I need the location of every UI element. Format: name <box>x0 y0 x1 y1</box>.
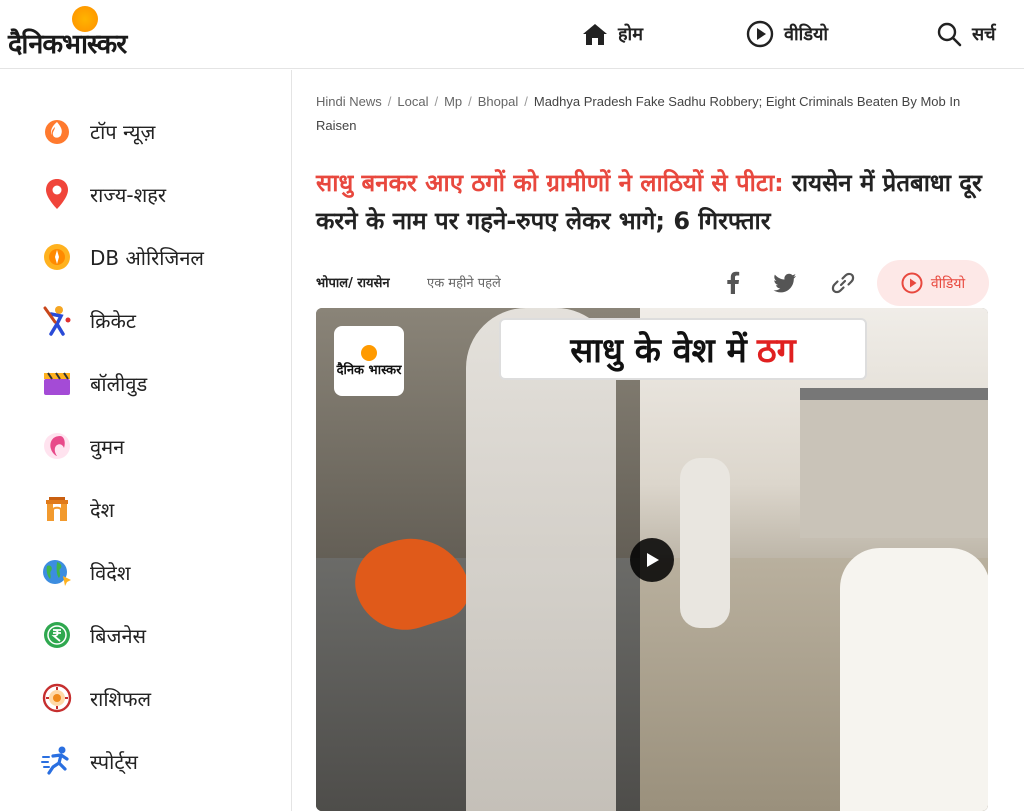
figure-shape <box>840 548 988 811</box>
article-meta: भोपाल/ रायसेन एक महीने पहले वीडियो <box>316 260 989 306</box>
play-circle-icon <box>746 20 774 48</box>
sidebar-item-label: वुमन <box>90 434 125 459</box>
sidebar-item-state-city[interactable]: राज्य-शहर <box>40 174 166 214</box>
sidebar-item-label: विदेश <box>90 560 131 585</box>
nav-home-label: होम <box>618 24 643 45</box>
breadcrumb-separator: / <box>524 94 528 109</box>
breadcrumb-separator: / <box>434 94 439 109</box>
breadcrumb-link[interactable]: Local <box>397 94 428 109</box>
article-location: भोपाल/ रायसेन <box>316 276 390 291</box>
site-logo[interactable]: दैनिकभास्कर <box>8 6 168 62</box>
sidebar-item-business[interactable]: बिजनेस <box>40 615 146 655</box>
article-video-player[interactable]: दैनिक भास्कर साधु के वेश में ठग <box>316 308 988 811</box>
globe-icon <box>40 555 74 589</box>
article-headline: साधु बनकर आए ठगों को ग्रामीणों ने लाठियो… <box>316 164 988 240</box>
site-header: दैनिकभास्कर होम वीडियो सर्च <box>0 0 1024 69</box>
video-play-button[interactable] <box>630 538 674 582</box>
runner-icon <box>40 744 74 778</box>
breadcrumb-link[interactable]: Bhopal <box>478 94 518 109</box>
clapperboard-icon <box>40 366 74 400</box>
breadcrumb-link[interactable]: Mp <box>444 94 462 109</box>
sidebar-item-bollywood[interactable]: बॉलीवुड <box>40 363 147 403</box>
twitter-share-icon[interactable] <box>772 270 798 296</box>
sidebar-item-db-original[interactable]: DB ओरिजिनल <box>40 237 204 277</box>
shed-shape <box>800 388 988 538</box>
video-watermark-logo: दैनिक भास्कर <box>334 326 404 396</box>
watch-video-label: वीडियो <box>930 275 966 292</box>
nav-video-label: वीडियो <box>784 24 829 45</box>
watch-video-button[interactable]: वीडियो <box>877 260 989 306</box>
sidebar-item-horoscope[interactable]: राशिफल <box>40 678 151 718</box>
sidebar-item-label: राज्य-शहर <box>90 182 167 207</box>
facebook-share-icon[interactable] <box>720 270 746 296</box>
sidebar: टॉप न्यूज़ राज्य-शहर DB ओरिजिनल क्रिकेट … <box>0 70 292 811</box>
breadcrumb-separator: / <box>468 94 472 109</box>
sidebar-item-cricket[interactable]: क्रिकेट <box>40 300 136 340</box>
location-pin-icon <box>40 177 74 211</box>
article-time: एक महीने पहले <box>427 276 501 291</box>
sidebar-item-label: स्पोर्ट्स <box>90 749 138 774</box>
sidebar-item-sports[interactable]: स्पोर्ट्स <box>40 741 138 781</box>
sidebar-item-label: राशिफल <box>90 686 152 711</box>
sidebar-item-label: क्रिकेट <box>90 308 136 333</box>
rupee-icon <box>40 618 74 652</box>
sidebar-item-country[interactable]: देश <box>40 489 114 529</box>
sun-logo-icon <box>361 344 377 361</box>
copy-link-icon[interactable] <box>830 270 856 296</box>
nav-video[interactable]: वीडियो <box>746 18 828 50</box>
search-icon <box>937 22 962 47</box>
horoscope-icon <box>40 681 74 715</box>
video-banner-highlight: ठग <box>756 331 796 371</box>
india-gate-icon <box>40 492 74 526</box>
play-icon <box>647 553 659 567</box>
logo-text: दैनिकभास्कर <box>8 29 127 60</box>
figure-shape <box>680 458 730 628</box>
home-icon <box>583 24 607 45</box>
video-title-banner: साधु के वेश में ठग <box>499 318 867 380</box>
sidebar-item-label: देश <box>90 497 115 522</box>
play-circle-icon <box>901 272 923 294</box>
breadcrumb-link[interactable]: Hindi News <box>316 94 382 109</box>
sidebar-item-top-news[interactable]: टॉप न्यूज़ <box>40 111 155 151</box>
fire-icon <box>40 114 74 148</box>
sidebar-item-label: बिजनेस <box>90 623 147 648</box>
nav-home[interactable]: होम <box>582 18 643 50</box>
figure-shape <box>466 308 616 811</box>
sidebar-item-label: बॉलीवुड <box>90 371 148 396</box>
sidebar-item-label: टॉप न्यूज़ <box>90 119 156 144</box>
nav-search[interactable]: सर्च <box>936 18 996 50</box>
headline-highlight: साधु बनकर आए ठगों को ग्रामीणों ने लाठियो… <box>316 169 784 197</box>
breadcrumb-separator: / <box>387 94 392 109</box>
video-frame-right <box>640 308 988 811</box>
sidebar-item-label: DB ओरिजिनल <box>90 245 204 270</box>
nav-search-label: सर्च <box>972 24 996 45</box>
video-logo-text: दैनिक भास्कर <box>336 362 402 378</box>
breadcrumb: Hindi News / Local / Mp / Bhopal / Madhya Prades… <box>316 90 988 138</box>
video-banner-text: साधु के वेश में <box>570 331 747 371</box>
db-original-icon <box>40 240 74 274</box>
sidebar-item-woman[interactable]: वुमन <box>40 426 124 466</box>
cricket-icon <box>40 303 74 337</box>
sidebar-item-abroad[interactable]: विदेश <box>40 552 131 592</box>
woman-icon <box>40 429 74 463</box>
